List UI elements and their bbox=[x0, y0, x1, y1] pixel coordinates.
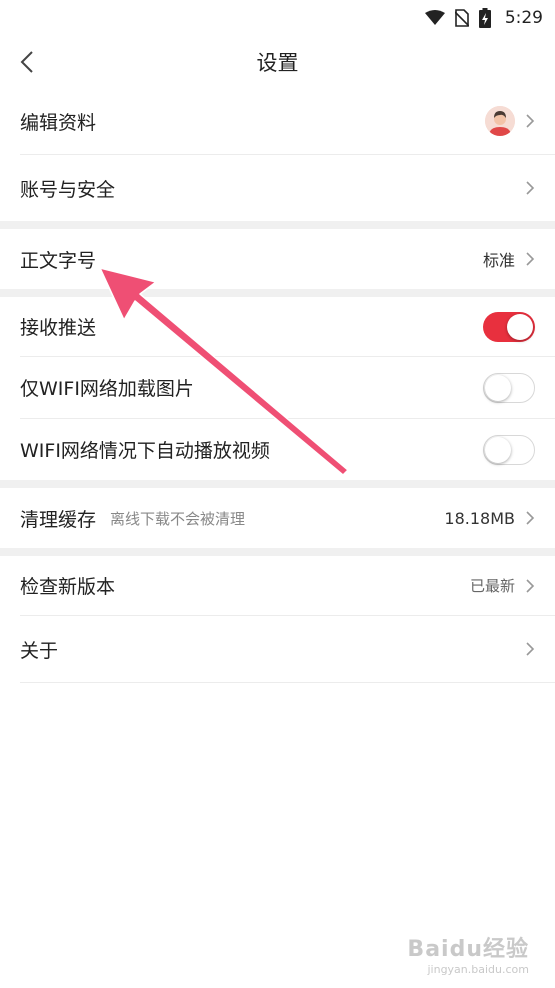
settings-item-label: 关于 bbox=[20, 639, 59, 662]
settings-item-clear-cache[interactable]: 清理缓存 离线下载不会被清理 18.18MB bbox=[0, 488, 555, 548]
chevron-left-icon[interactable] bbox=[16, 48, 40, 76]
chevron-right-icon bbox=[526, 642, 535, 656]
settings-item-label: 正文字号 bbox=[20, 249, 97, 272]
status-time: 5:29 bbox=[504, 8, 543, 28]
clear-cache-hint: 离线下载不会被清理 bbox=[110, 509, 246, 528]
settings-item-label: 账号与安全 bbox=[20, 178, 116, 201]
chevron-right-icon bbox=[526, 181, 535, 195]
section-gap bbox=[0, 289, 555, 297]
settings-item-account-security[interactable]: 账号与安全 bbox=[0, 155, 555, 221]
settings-item-label: 仅WIFI网络加载图片 bbox=[20, 378, 194, 400]
cache-size-value: 18.18MB bbox=[444, 508, 515, 528]
toggle-knob bbox=[485, 436, 511, 463]
watermark-url: jingyan.baidu.com bbox=[427, 963, 529, 976]
chevron-right-icon bbox=[526, 511, 535, 525]
push-toggle[interactable] bbox=[483, 311, 535, 342]
settings-item-wifi-images: 仅WIFI网络加载图片 bbox=[0, 357, 555, 418]
settings-item-label: WIFI网络情况下自动播放视频 bbox=[20, 440, 270, 462]
wifi-autoplay-toggle[interactable] bbox=[483, 434, 535, 465]
settings-item-label: 清理缓存 bbox=[20, 508, 97, 531]
no-sim-icon bbox=[454, 9, 469, 27]
wifi-images-toggle[interactable] bbox=[483, 372, 535, 403]
chevron-right-icon bbox=[526, 114, 535, 128]
divider bbox=[20, 682, 555, 683]
settings-item-wifi-autoplay: WIFI网络情况下自动播放视频 bbox=[0, 419, 555, 480]
settings-item-edit-profile[interactable]: 编辑资料 bbox=[0, 88, 555, 154]
title-bar: 设置 bbox=[0, 36, 555, 88]
update-status-value: 已最新 bbox=[469, 577, 515, 595]
avatar-icon bbox=[485, 106, 515, 136]
settings-item-label: 检查新版本 bbox=[20, 576, 116, 598]
section-gap bbox=[0, 221, 555, 229]
chevron-right-icon bbox=[526, 578, 535, 593]
font-size-value: 标准 bbox=[482, 251, 515, 270]
settings-item-check-update[interactable]: 检查新版本 已最新 bbox=[0, 556, 555, 615]
page-title: 设置 bbox=[256, 51, 299, 75]
settings-item-label: 编辑资料 bbox=[20, 111, 97, 134]
settings-item-push: 接收推送 bbox=[0, 297, 555, 356]
settings-item-about[interactable]: 关于 bbox=[0, 616, 555, 682]
watermark: Baidu经验 jingyan.baidu.com bbox=[407, 931, 529, 976]
section-gap bbox=[0, 548, 555, 556]
status-bar: 5:29 bbox=[0, 0, 555, 36]
chevron-right-icon bbox=[526, 252, 535, 266]
section-gap bbox=[0, 480, 555, 488]
settings-item-label: 接收推送 bbox=[20, 317, 97, 339]
toggle-knob bbox=[507, 313, 533, 340]
wifi-icon bbox=[424, 10, 445, 25]
battery-charging-icon bbox=[478, 8, 491, 28]
toggle-knob bbox=[485, 374, 511, 401]
watermark-logo: Baidu经验 bbox=[407, 937, 529, 962]
settings-item-font-size[interactable]: 正文字号 标准 bbox=[0, 229, 555, 289]
